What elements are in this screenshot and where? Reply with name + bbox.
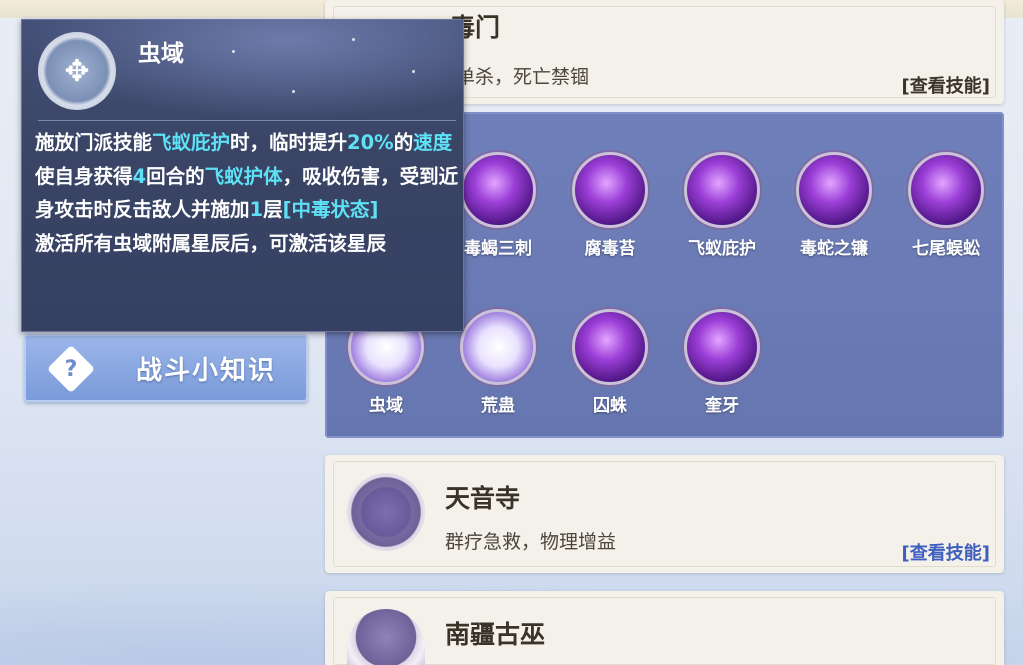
sect-card-nanjiang[interactable]: 南疆古巫: [325, 591, 1004, 665]
view-skills-link[interactable]: [查看技能]: [902, 539, 990, 565]
sparkle: [292, 90, 295, 93]
skill-item[interactable]: 荒蛊: [453, 309, 543, 416]
sect-desc: 群疗急救，物理增益: [445, 531, 617, 553]
wasp-icon: ✥: [38, 32, 116, 110]
skill-tooltip: ✥ 虫域 施放门派技能飞蚁庇护时，临时提升20%的速度使自身获得4回合的飞蚁护体…: [21, 19, 464, 332]
sparkle: [232, 50, 235, 53]
skill-name: 七尾蜈蚣: [912, 239, 980, 259]
sect-name: 南疆古巫: [445, 620, 546, 649]
highlight-text: 1: [249, 198, 264, 221]
skill-item[interactable]: 七尾蜈蚣: [901, 152, 991, 259]
tooltip-text: 的: [393, 131, 414, 154]
skill-item[interactable]: 奎牙: [677, 309, 767, 416]
skill-item[interactable]: 飞蚁庇护: [677, 152, 767, 259]
sect-card-tianyin[interactable]: 天音寺 群疗急救，物理增益 [查看技能]: [325, 455, 1004, 573]
emblem-core: [361, 487, 411, 537]
sparkle: [412, 70, 415, 73]
highlight-text: [中毒状态]: [282, 198, 379, 221]
gu-skill-icon: [460, 309, 536, 385]
snake-sickle-skill-icon: [796, 152, 872, 228]
highlight-text: 飞蚁护体: [204, 164, 283, 188]
sect-name: 天音寺: [445, 484, 521, 513]
skill-name: 荒蛊: [481, 396, 515, 416]
tooltip-body: 施放门派技能飞蚁庇护时，临时提升20%的速度使自身获得4回合的飞蚁护体，吸收伤害…: [35, 126, 459, 260]
tooltip-text: 使自身获得: [35, 164, 133, 188]
divider: [38, 120, 456, 121]
skill-name: 腐毒苔: [584, 239, 636, 259]
tooltip-text: 层: [263, 198, 283, 221]
tooltip-text: 回合的: [146, 164, 205, 188]
card-frame: [333, 597, 996, 665]
tooltip-title: 虫域: [138, 41, 184, 67]
skill-item[interactable]: 腐毒苔: [565, 152, 655, 259]
highlight-text: 20%: [347, 131, 394, 154]
card-frame: [333, 461, 996, 567]
highlight-text: 4: [132, 164, 147, 188]
tooltip-activation-text: 激活所有虫域附属星辰后，可激活该星辰: [35, 231, 387, 255]
battle-tips-button[interactable]: ? 战斗小知识: [24, 334, 308, 402]
sparkle: [352, 38, 355, 41]
skill-item[interactable]: 囚蛛: [565, 309, 655, 416]
highlight-text: 飞蚁庇护: [152, 131, 231, 154]
skill-name: 毒蝎三刺: [464, 239, 532, 259]
battle-tips-label: 战斗小知识: [136, 356, 277, 386]
skill-name: 奎牙: [705, 396, 739, 416]
tooltip-text: 时，临时提升: [230, 131, 348, 154]
centipede-skill-icon: [908, 152, 984, 228]
spider-skill-icon: [572, 309, 648, 385]
tianyin-emblem-icon: [347, 473, 425, 551]
skill-name: 囚蛛: [593, 396, 627, 416]
highlight-text: 速度: [413, 131, 453, 154]
scorpion-skill-icon: [460, 152, 536, 228]
skill-name: 飞蚁庇护: [688, 239, 756, 259]
fang-skill-icon: [684, 309, 760, 385]
question-icon: ?: [46, 344, 96, 394]
skill-item[interactable]: 毒蝎三刺: [453, 152, 543, 259]
tooltip-effect-text: 施放门派技能飞蚁庇护时，临时提升20%的速度使自身获得4回合的飞蚁护体，吸收伤害…: [35, 126, 459, 227]
ant-shield-skill-icon: [684, 152, 760, 228]
skill-name: 虫域: [369, 396, 403, 416]
view-skills-link[interactable]: [查看技能]: [902, 72, 990, 98]
skill-name: 毒蛇之镰: [800, 239, 868, 259]
poison-moss-skill-icon: [572, 152, 648, 228]
skill-item[interactable]: 毒蛇之镰: [789, 152, 879, 259]
tooltip-text: 施放门派技能: [35, 131, 153, 154]
